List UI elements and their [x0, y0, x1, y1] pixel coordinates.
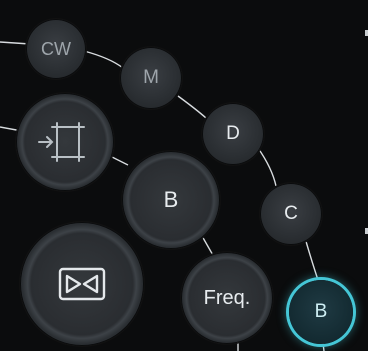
- b-mode-button-large[interactable]: B: [122, 151, 220, 249]
- m-mode-label: M: [143, 67, 159, 88]
- freq-button[interactable]: Freq.: [181, 252, 273, 344]
- c-mode-button[interactable]: C: [260, 183, 322, 245]
- connector-line: [83, 50, 124, 69]
- cw-mode-button[interactable]: CW: [26, 19, 86, 79]
- cw-mode-label: CW: [41, 38, 71, 59]
- b-mode-label-active: B: [314, 301, 328, 322]
- connector-line: [304, 237, 319, 281]
- connector-line: [257, 147, 277, 187]
- b-mode-button-active[interactable]: B: [289, 280, 353, 344]
- connector-line: [109, 155, 129, 166]
- b-mode-label-large: B: [163, 187, 179, 212]
- connector-line: [177, 95, 207, 119]
- bowtie-freeze-icon: [58, 267, 106, 301]
- freeze-button[interactable]: [20, 222, 144, 346]
- d-mode-button[interactable]: D: [202, 103, 264, 165]
- mode-control-arc: CW M D C B Freq. B: [0, 0, 368, 351]
- image-transfer-button[interactable]: [16, 93, 114, 191]
- d-mode-label: D: [226, 123, 240, 144]
- film-arrow-icon: [38, 122, 85, 162]
- freq-label: Freq.: [203, 286, 251, 309]
- c-mode-label: C: [284, 203, 298, 224]
- m-mode-button[interactable]: M: [120, 47, 182, 109]
